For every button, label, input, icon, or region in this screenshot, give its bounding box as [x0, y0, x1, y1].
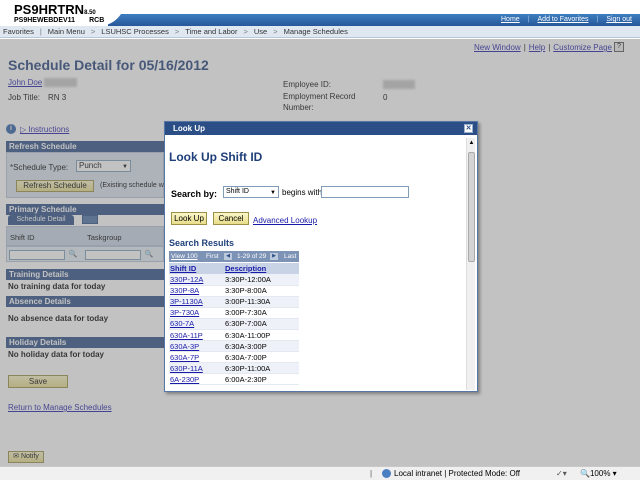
sign-out-link[interactable]: Sign out — [606, 16, 632, 23]
globe-icon — [382, 469, 391, 479]
results-navigation: View 100 First ◀ 1-29 of 29 ▶ Last — [169, 251, 299, 262]
lookup-modal: Look Up ✕ ▲ Look Up Shift ID Search by: … — [164, 121, 478, 392]
shift-description[interactable]: 3:00P-7:30A — [224, 307, 299, 319]
top-links: Home | Add to Favorites | Sign out — [501, 16, 632, 23]
nav-main-menu[interactable]: Main Menu — [48, 27, 85, 36]
shift-description[interactable]: 6:30P-7:00A — [224, 318, 299, 330]
nav-manage-schedules[interactable]: Manage Schedules — [284, 27, 348, 36]
nav-use[interactable]: Use — [254, 27, 267, 36]
shift-id-link[interactable]: 330P-12A — [170, 275, 203, 284]
view-100-link[interactable]: View 100 — [171, 251, 198, 262]
shift-id-link[interactable]: 630-7A — [170, 319, 194, 328]
shift-id-link[interactable]: 630A-7P — [170, 353, 199, 362]
shift-id-link[interactable]: 630P-11A — [170, 364, 203, 373]
status-separator: | — [370, 469, 373, 478]
nav-lsuhsc-processes[interactable]: LSUHSC Processes — [101, 27, 169, 36]
shift-id-link[interactable]: 6A-230P — [170, 375, 199, 384]
table-row[interactable]: 3P-1130A 3:00P-11:30A — [169, 296, 299, 308]
table-row[interactable]: 630P-11A 6:30P-11:00A — [169, 362, 299, 375]
search-by-label: Search by: — [171, 189, 218, 199]
shift-description[interactable]: 3:30P-8:00A — [224, 285, 299, 297]
table-row[interactable]: 330P-12A 3:30P-12:00A — [169, 274, 299, 286]
look-up-button[interactable]: Look Up — [171, 212, 207, 225]
next-icon[interactable]: ▶ — [270, 253, 278, 260]
cancel-button[interactable]: Cancel — [213, 212, 249, 225]
shift-description[interactable]: 6:30A-3:00P — [224, 340, 299, 353]
scrollbar-thumb[interactable] — [468, 152, 475, 262]
results-table: Shift ID Description 330P-12A 3:30P-12:00… — [169, 263, 299, 386]
search-by-select[interactable]: Shift ID ▼ — [223, 186, 279, 198]
shift-description[interactable]: 6:30P-11:00A — [224, 362, 299, 375]
table-row[interactable]: 630-7A 6:30P-7:00A — [169, 318, 299, 330]
table-row[interactable]: 630A-11P 6:30A-11:00P — [169, 329, 299, 342]
table-row[interactable]: 330P-8A 3:30P-8:00A — [169, 285, 299, 297]
scroll-up-icon[interactable]: ▲ — [467, 139, 476, 148]
shift-id-link[interactable]: 630A-3P — [170, 342, 199, 351]
home-link[interactable]: Home — [501, 16, 520, 23]
shift-description[interactable]: 3:30P-12:00A — [224, 274, 299, 286]
settings-icon[interactable]: ✓▾ — [556, 469, 567, 478]
table-row[interactable]: 6A-230P 6:00A-2:30P — [169, 373, 299, 386]
breadcrumb: Favorites | Main Menu > LSUHSC Processes > … — [0, 26, 640, 38]
nav-time-and-labor[interactable]: Time and Labor — [185, 27, 237, 36]
browser-status-bar: | Local intranet | Protected Mode: Off ✓… — [0, 466, 640, 480]
shift-description[interactable]: 3:00P-11:30A — [224, 296, 299, 308]
chevron-down-icon: ▼ — [270, 190, 276, 196]
shift-description[interactable]: 6:30A-7:00P — [224, 351, 299, 364]
app-version: 8.50 — [84, 10, 96, 16]
zoom-level[interactable]: 🔍100% ▾ — [580, 469, 617, 478]
close-icon[interactable]: ✕ — [464, 124, 473, 133]
table-row[interactable]: 630A-3P 6:30A-3:00P — [169, 340, 299, 353]
table-row[interactable]: 630A-7P 6:30A-7:00P — [169, 351, 299, 364]
add-to-favorites-link[interactable]: Add to Favorites — [538, 16, 589, 23]
shift-id-link[interactable]: 3P-1130A — [170, 297, 203, 306]
lookup-heading: Look Up Shift ID — [169, 150, 263, 164]
begins-with-label: begins with — [282, 188, 323, 197]
first-link[interactable]: First — [206, 251, 219, 262]
app-header: PS9HRTRN8.50 PS9HEWEBDEV11 RCB Home | Add… — [0, 0, 640, 26]
shift-description[interactable]: 6:30A-11:00P — [224, 329, 299, 342]
search-input[interactable] — [321, 186, 409, 198]
results-count: 1-29 of 29 — [237, 253, 267, 260]
modal-scrollbar[interactable]: ▲ — [466, 138, 475, 390]
advanced-lookup-link[interactable]: Advanced Lookup — [253, 216, 317, 225]
nav-favorites[interactable]: Favorites — [3, 27, 34, 36]
modal-title-bar: Look Up ✕ — [165, 122, 477, 135]
shift-description[interactable]: 6:00A-2:30P — [224, 373, 299, 386]
previous-icon[interactable]: ◀ — [224, 253, 232, 260]
shift-id-link[interactable]: 3P-730A — [170, 308, 199, 317]
column-description[interactable]: Description — [224, 263, 299, 274]
security-zone[interactable]: Local intranet | Protected Mode: Off — [382, 469, 520, 479]
column-shift-id[interactable]: Shift ID — [169, 263, 224, 274]
last-link[interactable]: Last — [284, 251, 296, 262]
server-name: PS9HEWEBDEV11 RCB — [14, 17, 105, 24]
shift-id-link[interactable]: 330P-8A — [170, 286, 199, 295]
shift-id-link[interactable]: 630A-11P — [170, 331, 203, 340]
search-results-heading: Search Results — [169, 238, 235, 248]
app-name: PS9HRTRN8.50 — [14, 2, 96, 17]
table-row[interactable]: 3P-730A 3:00P-7:30A — [169, 307, 299, 319]
